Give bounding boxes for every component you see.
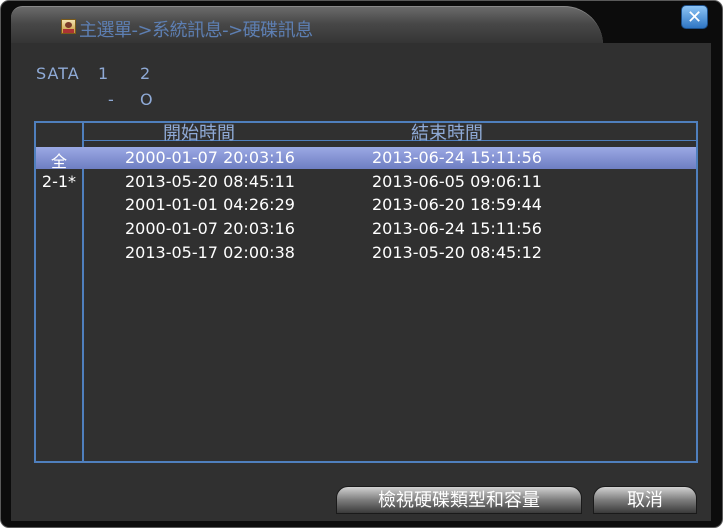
start-time-header: 開始時間 <box>163 123 235 144</box>
close-button[interactable]: ✕ <box>681 5 708 29</box>
list-divider <box>82 121 84 463</box>
end-time-header: 結束時間 <box>411 123 483 144</box>
sata-port-1: 1 <box>98 64 109 83</box>
side-item-all[interactable]: 全 <box>36 148 82 172</box>
row-4-start[interactable]: 2000-01-07 20:03:16 <box>125 219 295 238</box>
row-3-end[interactable]: 2013-06-20 18:59:44 <box>372 195 542 214</box>
title-bar: 主選單->系統訊息->硬碟訊息 <box>11 6 603 45</box>
row-5-start[interactable]: 2013-05-17 02:00:38 <box>125 243 295 262</box>
row-3-start[interactable]: 2001-01-01 04:26:29 <box>125 195 295 214</box>
row-2-end[interactable]: 2013-06-05 09:06:11 <box>372 172 542 191</box>
row-1-start[interactable]: 2000-01-07 20:03:16 <box>125 148 295 167</box>
side-item-disk[interactable]: 2-1* <box>36 172 82 191</box>
sata-port-1-status: - <box>108 90 114 109</box>
cancel-button[interactable]: 取消 <box>593 486 697 514</box>
hdd-info-dialog: 主選單->系統訊息->硬碟訊息 ✕ SATA 1 2 - O 開始時間 結束時間… <box>0 0 723 528</box>
row-4-end[interactable]: 2013-06-24 15:11:56 <box>372 219 542 238</box>
row-2-start[interactable]: 2013-05-20 08:45:11 <box>125 172 295 191</box>
sata-port-2-status: O <box>140 90 153 109</box>
view-disk-type-capacity-button[interactable]: 檢視硬碟類型和容量 <box>336 486 582 514</box>
row-5-end[interactable]: 2013-05-20 08:45:12 <box>372 243 542 262</box>
user-icon <box>61 19 76 34</box>
sata-label: SATA <box>36 64 80 83</box>
breadcrumb: 主選單->系統訊息->硬碟訊息 <box>79 20 313 41</box>
row-1-end[interactable]: 2013-06-24 15:11:56 <box>372 148 542 167</box>
sata-port-2: 2 <box>140 64 151 83</box>
